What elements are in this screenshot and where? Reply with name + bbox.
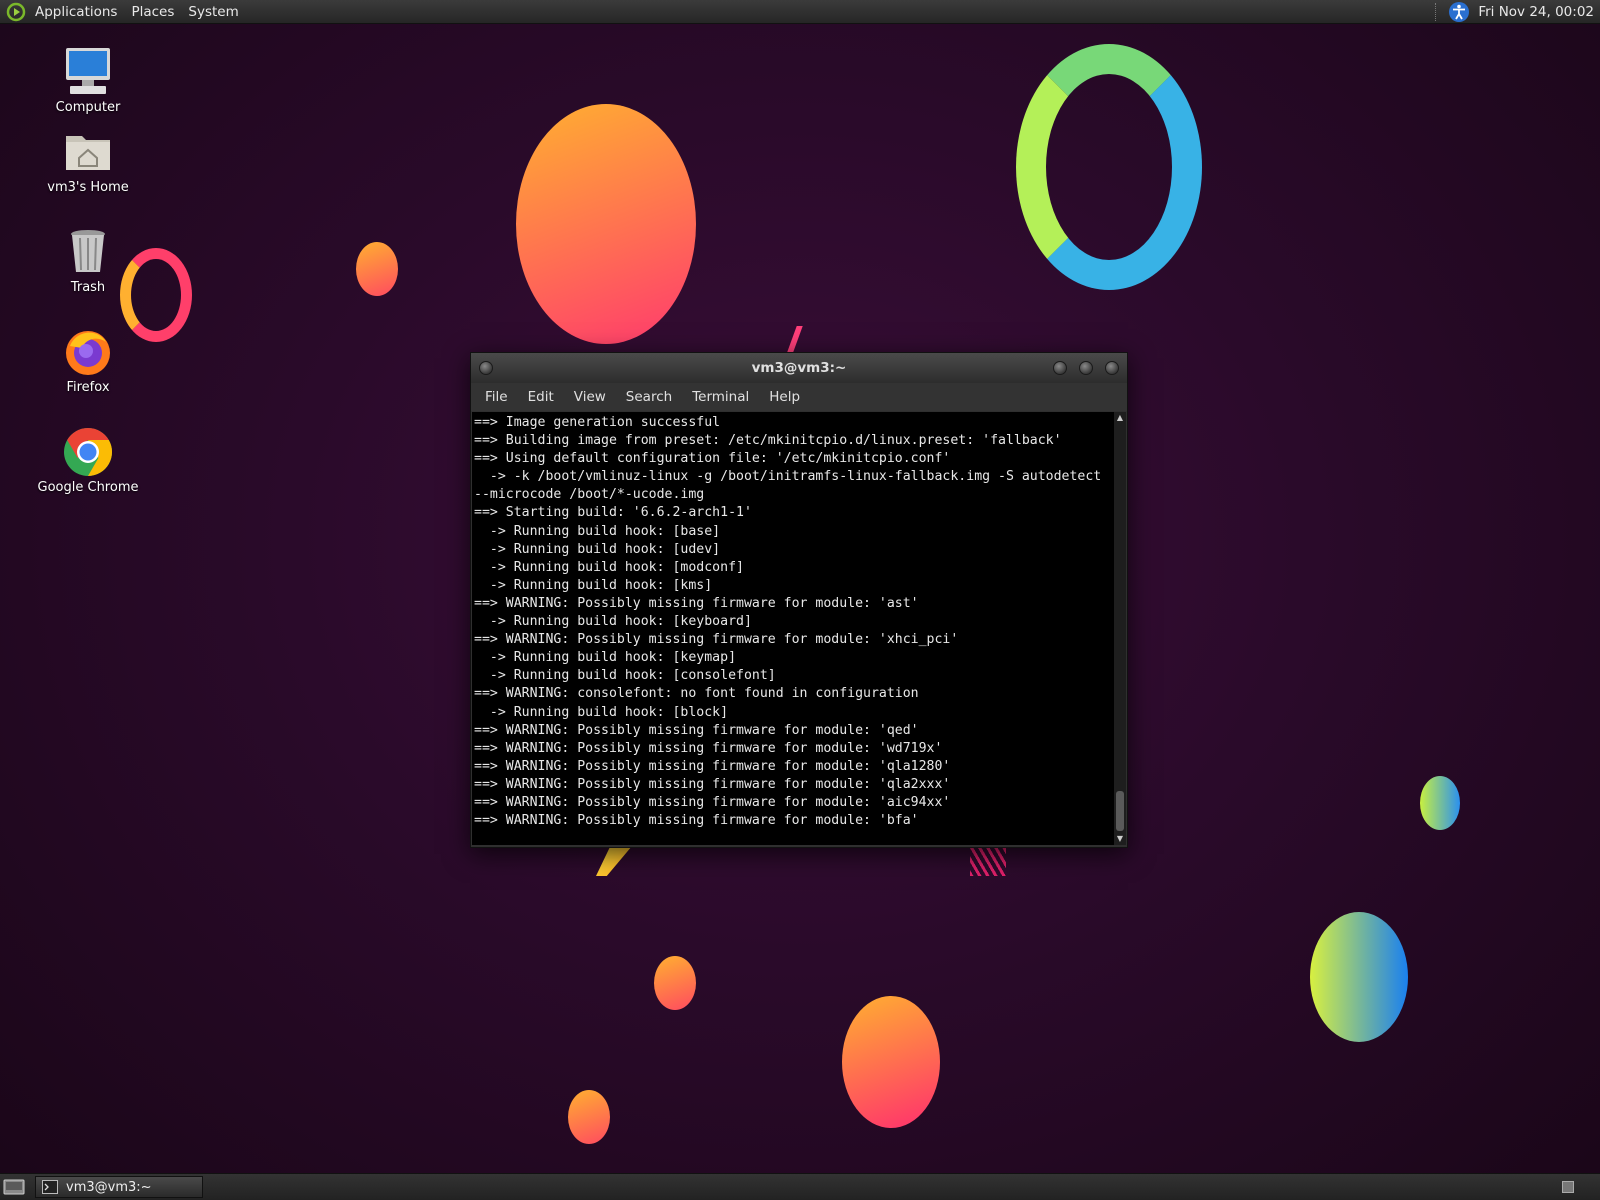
scroll-up-icon[interactable]: ▲ bbox=[1114, 412, 1126, 424]
window-menu-button[interactable] bbox=[479, 361, 493, 375]
terminal-line: -> Running build hook: [modconf] bbox=[489, 559, 744, 575]
terminal-line: ==> WARNING: Possibly missing firmware f… bbox=[474, 794, 951, 810]
terminal-line: --microcode /boot/*-ucode.img bbox=[474, 487, 705, 503]
terminal-line: ==> WARNING: Possibly missing firmware f… bbox=[474, 776, 951, 792]
menu-applications[interactable]: Applications bbox=[28, 4, 124, 20]
bottom-panel: vm3@vm3:~ bbox=[0, 1173, 1600, 1200]
terminal-window[interactable]: vm3@vm3:~ File Edit View Search Terminal… bbox=[470, 352, 1128, 848]
taskbar-item-label: vm3@vm3:~ bbox=[66, 1179, 152, 1195]
terminal-menubar: File Edit View Search Terminal Help bbox=[471, 383, 1127, 411]
wallpaper-orb bbox=[1310, 912, 1408, 1042]
terminal-line: ==> WARNING: Possibly missing firmware f… bbox=[474, 722, 919, 738]
computer-icon bbox=[62, 46, 114, 98]
terminal-line: ==> WARNING: Possibly missing firmware f… bbox=[474, 740, 943, 756]
terminal-line: ==> WARNING: consolefont: no font found … bbox=[474, 686, 919, 702]
terminal-line: ==> WARNING: Possibly missing firmware f… bbox=[474, 813, 919, 829]
terminal-line: -> Running build hook: [base] bbox=[489, 523, 721, 539]
terminal-line: ==> Using default configuration file: '/… bbox=[474, 451, 951, 467]
desktop-icon-label: vm3's Home bbox=[47, 180, 129, 195]
accessibility-icon[interactable] bbox=[1448, 1, 1470, 23]
wallpaper-orb bbox=[516, 104, 696, 344]
desktop-icon-computer[interactable]: Computer bbox=[28, 46, 148, 115]
terminal-line: ==> Image generation successful bbox=[474, 415, 721, 430]
menu-help[interactable]: Help bbox=[759, 389, 810, 405]
terminal-line: -> Running build hook: [kms] bbox=[489, 577, 713, 593]
desktop-icon-chrome[interactable]: Google Chrome bbox=[28, 426, 148, 495]
show-desktop-icon[interactable] bbox=[3, 1178, 25, 1196]
chrome-icon bbox=[62, 426, 114, 478]
window-title: vm3@vm3:~ bbox=[751, 360, 847, 376]
terminal-line: -> Running build hook: [udev] bbox=[489, 541, 721, 557]
close-button[interactable] bbox=[1105, 361, 1119, 375]
menu-search[interactable]: Search bbox=[616, 389, 682, 405]
taskbar-item-terminal[interactable]: vm3@vm3:~ bbox=[35, 1176, 203, 1198]
terminal-line: -> Running build hook: [consolefont] bbox=[489, 668, 776, 684]
desktop-icon-label: Google Chrome bbox=[37, 480, 139, 495]
terminal-icon bbox=[42, 1180, 58, 1194]
applications-logo-icon[interactable] bbox=[6, 2, 26, 22]
minimize-button[interactable] bbox=[1053, 361, 1067, 375]
wallpaper-orb bbox=[1420, 776, 1460, 830]
trash-icon bbox=[62, 226, 114, 278]
wallpaper-ring bbox=[1016, 44, 1202, 290]
firefox-icon bbox=[62, 326, 114, 378]
terminal-scrollbar[interactable]: ▲ ▼ bbox=[1114, 412, 1126, 845]
desktop-icon-trash[interactable]: Trash bbox=[28, 226, 148, 295]
terminal-output[interactable]: ==> Image generation successful ==> Buil… bbox=[472, 412, 1115, 845]
menu-system[interactable]: System bbox=[181, 4, 245, 20]
terminal-line: ==> Building image from preset: /etc/mki… bbox=[474, 433, 1062, 449]
wallpaper-streak bbox=[787, 326, 803, 352]
menu-places[interactable]: Places bbox=[124, 4, 181, 20]
window-titlebar[interactable]: vm3@vm3:~ bbox=[471, 353, 1127, 383]
wallpaper-orb bbox=[568, 1090, 610, 1144]
terminal-line: ==> WARNING: Possibly missing firmware f… bbox=[474, 595, 919, 611]
menu-terminal[interactable]: Terminal bbox=[682, 389, 759, 405]
desktop-icon-home[interactable]: vm3's Home bbox=[28, 126, 148, 195]
top-panel: Applications Places System Fri Nov 24, 0… bbox=[0, 0, 1600, 24]
home-folder-icon bbox=[62, 126, 114, 178]
terminal-line: -> Running build hook: [keymap] bbox=[489, 650, 737, 666]
scroll-thumb[interactable] bbox=[1116, 791, 1124, 831]
wallpaper-orb bbox=[356, 242, 398, 296]
workspace-switcher[interactable] bbox=[1562, 1181, 1574, 1193]
terminal-text: ==> Image generation successful ==> Buil… bbox=[472, 412, 1115, 830]
terminal-line: ==> Starting build: '6.6.2-arch1-1' bbox=[474, 505, 752, 521]
desktop-icon-label: Firefox bbox=[66, 380, 110, 395]
terminal-line: ==> WARNING: Possibly missing firmware f… bbox=[474, 632, 959, 648]
desktop-icon-firefox[interactable]: Firefox bbox=[28, 326, 148, 395]
menu-view[interactable]: View bbox=[564, 389, 616, 405]
wallpaper-streak bbox=[596, 846, 632, 876]
desktop-icon-label: Computer bbox=[55, 100, 121, 115]
terminal-line: ==> WARNING: Possibly missing firmware f… bbox=[474, 758, 951, 774]
panel-handle bbox=[1435, 2, 1440, 21]
desktop-icon-label: Trash bbox=[70, 280, 106, 295]
terminal-line: -> -k /boot/vmlinuz-linux -g /boot/initr… bbox=[489, 469, 1102, 485]
wallpaper-streak bbox=[970, 846, 1006, 876]
scroll-down-icon[interactable]: ▼ bbox=[1114, 833, 1126, 845]
wallpaper-orb bbox=[842, 996, 940, 1128]
menu-file[interactable]: File bbox=[475, 389, 518, 405]
terminal-line: -> Running build hook: [keyboard] bbox=[489, 614, 752, 630]
clock[interactable]: Fri Nov 24, 00:02 bbox=[1470, 4, 1600, 20]
terminal-line: -> Running build hook: [block] bbox=[489, 704, 729, 720]
maximize-button[interactable] bbox=[1079, 361, 1093, 375]
panel-tray: Fri Nov 24, 00:02 bbox=[1435, 0, 1600, 24]
wallpaper-orb bbox=[654, 956, 696, 1010]
menu-edit[interactable]: Edit bbox=[518, 389, 564, 405]
